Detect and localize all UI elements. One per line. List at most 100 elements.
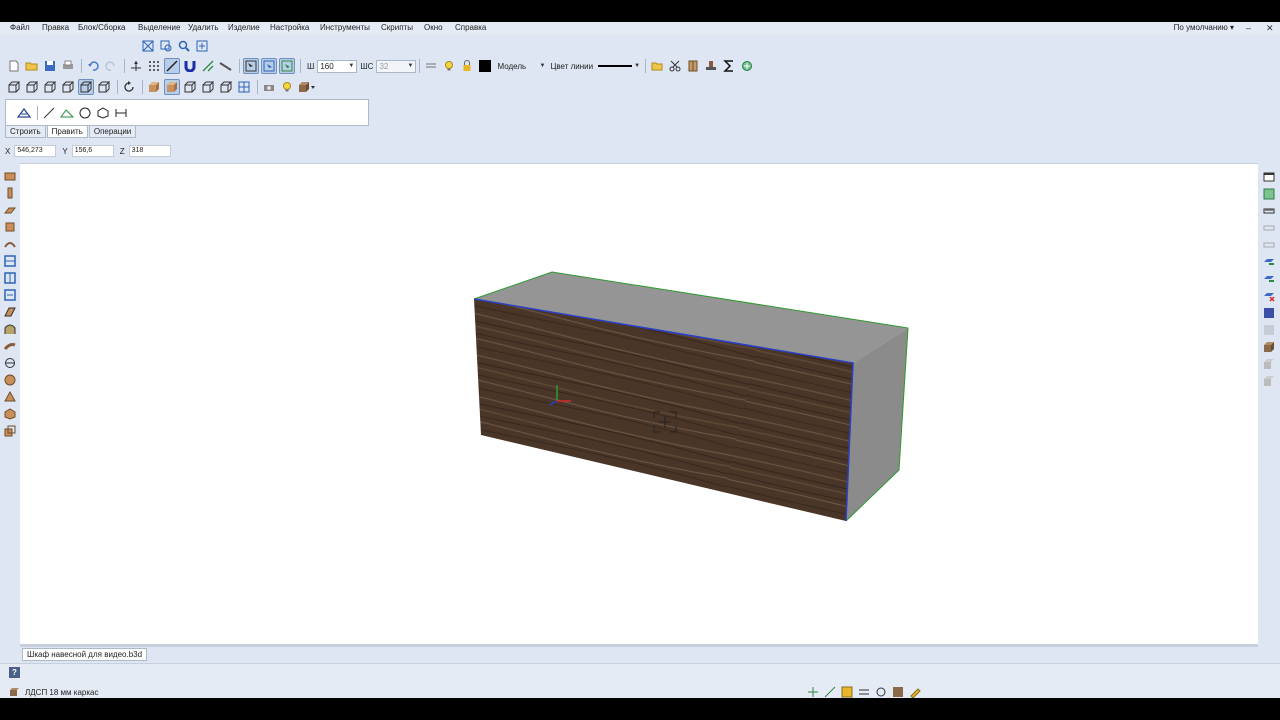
- texture-disabled-icon[interactable]: [1262, 323, 1276, 337]
- select-window-icon[interactable]: [261, 58, 277, 74]
- line-style-combo[interactable]: ▼: [596, 60, 642, 73]
- panel-box-icon[interactable]: [3, 220, 17, 234]
- polyline-tool-icon[interactable]: [59, 105, 75, 121]
- render-solid-icon[interactable]: [146, 79, 162, 95]
- menu-file[interactable]: Файл: [10, 23, 30, 32]
- render-textured-icon[interactable]: [164, 79, 180, 95]
- lightbulb-icon[interactable]: [441, 58, 457, 74]
- accessory-icon[interactable]: [3, 407, 17, 421]
- snap-angle-icon[interactable]: [200, 58, 216, 74]
- print-icon[interactable]: [60, 58, 76, 74]
- tab-edit[interactable]: Править: [46, 126, 88, 138]
- block-insert-icon[interactable]: [3, 424, 17, 438]
- polygon-tool-icon[interactable]: [95, 105, 111, 121]
- rotate-view-icon[interactable]: [121, 79, 137, 95]
- camera-icon[interactable]: [261, 79, 277, 95]
- menu-window[interactable]: Окно: [424, 23, 443, 32]
- edge-edit-icon[interactable]: [1262, 272, 1276, 286]
- menu-settings[interactable]: Настройка: [270, 23, 309, 32]
- menu-product[interactable]: Изделие: [228, 23, 260, 32]
- render-section-icon[interactable]: [236, 79, 252, 95]
- edge-add-icon[interactable]: [1262, 255, 1276, 269]
- frame-vertical-icon[interactable]: [3, 271, 17, 285]
- close-button[interactable]: ✕: [1266, 23, 1274, 34]
- layers-status-icon[interactable]: [857, 685, 870, 698]
- cursor-axes-icon[interactable]: [128, 58, 144, 74]
- render-edges-icon[interactable]: [218, 79, 234, 95]
- view-top-icon[interactable]: [24, 79, 40, 95]
- window-icon[interactable]: [1262, 170, 1276, 184]
- menu-selection[interactable]: Выделение: [138, 23, 180, 32]
- ruler-disabled-icon[interactable]: [1262, 221, 1276, 235]
- menu-block[interactable]: Блок/Сборка: [78, 23, 125, 32]
- 3d-viewport[interactable]: [20, 163, 1258, 646]
- menu-delete[interactable]: Удалить: [188, 23, 219, 32]
- x-coordinate-field[interactable]: 546,273: [14, 145, 57, 157]
- dimensions-icon[interactable]: [840, 685, 853, 698]
- pyramid-icon[interactable]: [3, 390, 17, 404]
- dimension-tool-icon[interactable]: [113, 105, 129, 121]
- magnet-icon[interactable]: [182, 58, 198, 74]
- render-wire-icon[interactable]: [182, 79, 198, 95]
- menu-edit[interactable]: Правка: [42, 23, 69, 32]
- view-front-icon[interactable]: [6, 79, 22, 95]
- undo-icon[interactable]: [85, 58, 101, 74]
- width-combo[interactable]: 160 ▼: [317, 59, 358, 73]
- horizontal-scrollbar[interactable]: [20, 644, 1258, 647]
- sum-icon[interactable]: [721, 58, 737, 74]
- material-disabled-icon[interactable]: [1262, 357, 1276, 371]
- cabinet-icon[interactable]: [685, 58, 701, 74]
- stamp-icon[interactable]: [703, 58, 719, 74]
- grid-icon[interactable]: [146, 58, 162, 74]
- material-status-icon[interactable]: [891, 685, 904, 698]
- z-coordinate-field[interactable]: 318: [128, 145, 171, 157]
- ws-combo[interactable]: 32 ▼: [376, 59, 417, 73]
- lock-icon[interactable]: [459, 58, 475, 74]
- material-disabled-2-icon[interactable]: [1262, 374, 1276, 388]
- pan-icon[interactable]: [194, 38, 210, 54]
- select-mode-icon[interactable]: [243, 58, 259, 74]
- light-icon[interactable]: [279, 79, 295, 95]
- layers-icon[interactable]: [423, 58, 439, 74]
- panel-vertical-icon[interactable]: [3, 186, 17, 200]
- layer-combo[interactable]: Модель ▼: [495, 60, 547, 73]
- arch-icon[interactable]: [3, 322, 17, 336]
- plugin-icon[interactable]: [739, 58, 755, 74]
- circle-tool-icon[interactable]: [77, 105, 93, 121]
- view-iso-icon[interactable]: [78, 79, 94, 95]
- menu-scripts[interactable]: Скрипты: [381, 23, 413, 32]
- view-left-icon[interactable]: [42, 79, 58, 95]
- sphere-icon[interactable]: [3, 373, 17, 387]
- material-box-icon[interactable]: [297, 79, 317, 95]
- preset-selector[interactable]: По умолчанию ▾: [1174, 23, 1234, 32]
- measure-icon[interactable]: [218, 58, 234, 74]
- ruler-disabled-2-icon[interactable]: [1262, 238, 1276, 252]
- profile-icon[interactable]: [3, 305, 17, 319]
- y-coordinate-field[interactable]: 156,6: [71, 145, 114, 157]
- snap-angle-status-icon[interactable]: [823, 685, 836, 698]
- render-hidden-icon[interactable]: [200, 79, 216, 95]
- pencil-icon[interactable]: [908, 685, 921, 698]
- select-cross-icon[interactable]: [279, 58, 295, 74]
- menu-tools[interactable]: Инструменты: [320, 23, 370, 32]
- help-icon[interactable]: ?: [9, 667, 20, 678]
- document-tab[interactable]: Шкаф навесной для видео.b3d: [22, 648, 148, 661]
- panel-horizontal-icon[interactable]: [3, 169, 17, 183]
- color-swatch-icon[interactable]: [477, 58, 493, 74]
- camera-status-icon[interactable]: [874, 685, 887, 698]
- bent-profile-icon[interactable]: [3, 339, 17, 353]
- view-back-icon[interactable]: [96, 79, 112, 95]
- edge-remove-icon[interactable]: [1262, 289, 1276, 303]
- zoom-extents-icon[interactable]: [140, 38, 156, 54]
- rotation-body-icon[interactable]: [3, 356, 17, 370]
- panel-front-icon[interactable]: [3, 203, 17, 217]
- panel-curved-icon[interactable]: [3, 237, 17, 251]
- redo-icon[interactable]: [103, 58, 119, 74]
- save-icon[interactable]: [42, 58, 58, 74]
- object-tree-icon[interactable]: [1262, 187, 1276, 201]
- frame-split-icon[interactable]: [3, 288, 17, 302]
- ruler-icon[interactable]: [1262, 204, 1276, 218]
- tab-build[interactable]: Строить: [5, 126, 46, 138]
- tab-operations[interactable]: Операции: [88, 126, 137, 138]
- open-file-icon[interactable]: [24, 58, 40, 74]
